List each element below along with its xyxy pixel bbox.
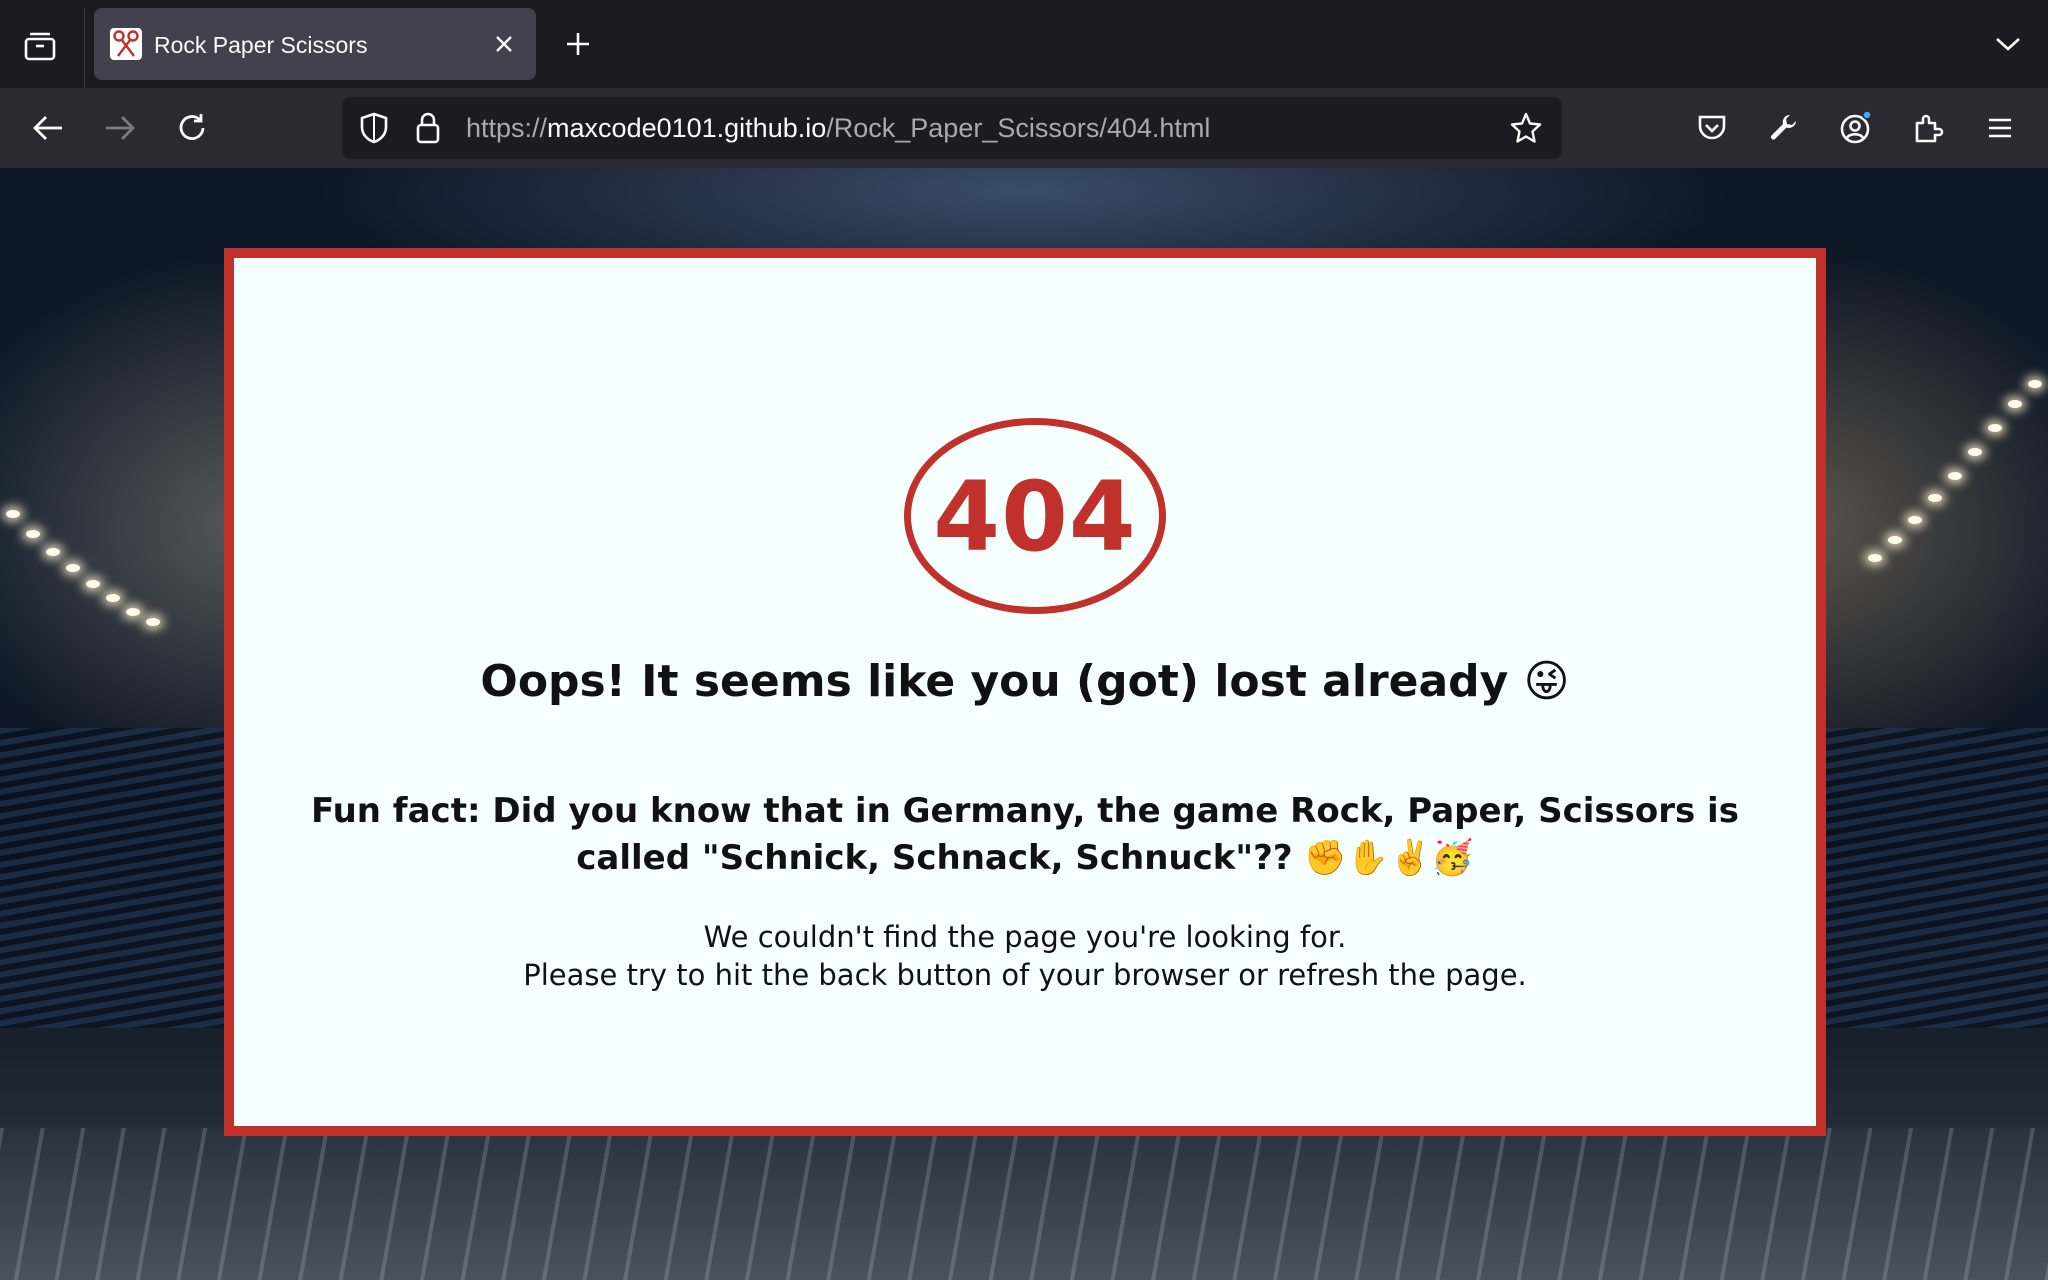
url-host: maxcode0101.github.io [547, 113, 827, 143]
address-bar[interactable]: https://maxcode0101.github.io/Rock_Paper… [342, 97, 1562, 159]
back-arrow-icon[interactable] [26, 106, 70, 150]
error-card: 404 Oops! It seems like you (got) lost a… [224, 248, 1826, 1136]
error-code: 404 [933, 461, 1137, 573]
message-line-2: Please try to hit the back button of you… [523, 958, 1527, 992]
puzzle-icon[interactable] [1906, 106, 1950, 150]
hamburger-menu-icon[interactable] [1978, 106, 2022, 150]
tab-strip: Rock Paper Scissors [0, 0, 2048, 88]
pocket-icon[interactable] [1690, 106, 1734, 150]
stadium-floor [0, 1128, 2048, 1280]
tab-title: Rock Paper Scissors [154, 32, 368, 58]
error-headline: Oops! It seems like you (got) lost alrea… [480, 656, 1570, 707]
new-tab-button[interactable] [560, 26, 596, 62]
star-icon[interactable] [1508, 110, 1544, 146]
stadium-stands-left [0, 728, 230, 1028]
reload-icon[interactable] [170, 106, 214, 150]
scissors-icon [110, 28, 142, 60]
wrench-icon[interactable] [1762, 106, 1806, 150]
message-line-1: We couldn't find the page you're looking… [703, 920, 1347, 954]
stadium-stands-right [1818, 728, 2048, 1028]
url-scheme: https:// [466, 113, 548, 143]
error-code-badge: 404 [904, 418, 1166, 614]
forward-arrow-icon[interactable] [98, 106, 142, 150]
tab-rock-paper-scissors[interactable]: Rock Paper Scissors [94, 8, 536, 80]
stadium-lights-left [0, 318, 230, 626]
url-path: /Rock_Paper_Scissors/404.html [826, 113, 1211, 143]
close-icon[interactable] [490, 30, 518, 58]
stadium-lights-right [1818, 268, 2048, 568]
page-viewport: 404 Oops! It seems like you (got) lost a… [0, 168, 2048, 1280]
url-text[interactable]: https://maxcode0101.github.io/Rock_Paper… [466, 97, 1210, 159]
tab-overview-icon[interactable] [18, 26, 62, 66]
chevron-down-icon[interactable] [1990, 26, 2026, 62]
navigation-toolbar: https://maxcode0101.github.io/Rock_Paper… [0, 88, 2048, 168]
error-message: We couldn't find the page you're looking… [234, 918, 1816, 994]
account-icon[interactable] [1834, 106, 1878, 150]
plus-icon [567, 33, 589, 55]
shield-icon[interactable] [356, 110, 392, 146]
fun-fact: Fun fact: Did you know that in Germany, … [311, 791, 1739, 878]
lock-icon[interactable] [410, 110, 446, 146]
tab-separator [84, 8, 85, 88]
